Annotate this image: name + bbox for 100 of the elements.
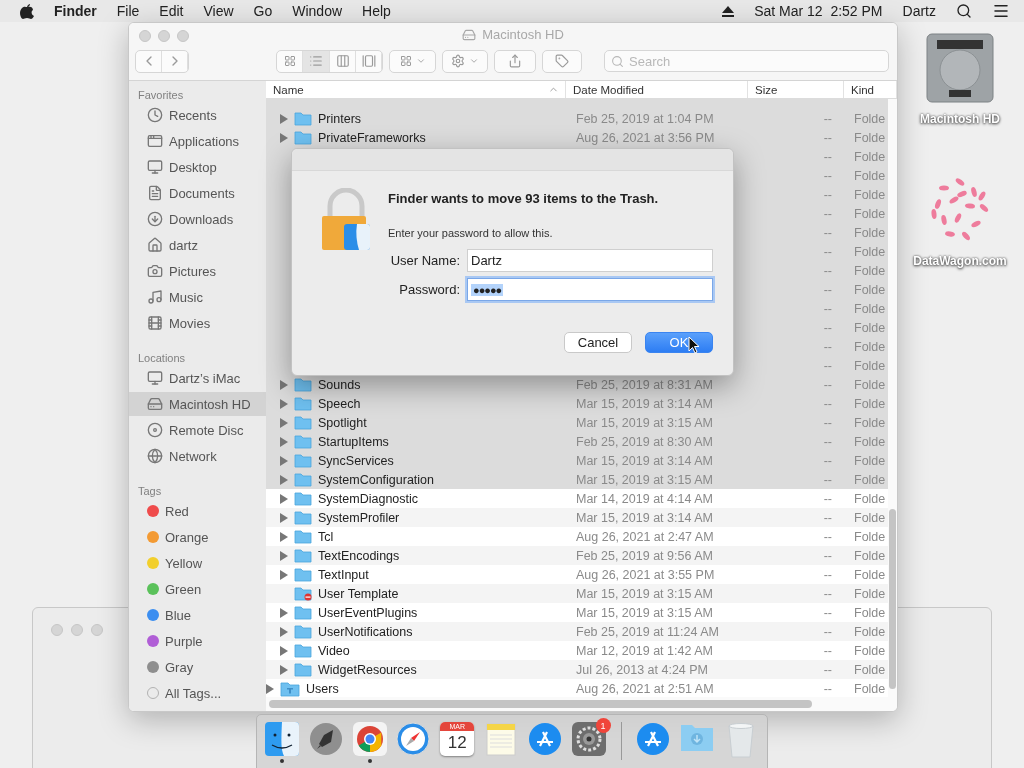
- menu-item[interactable]: View: [203, 3, 234, 19]
- column-header[interactable]: Name: [266, 81, 566, 98]
- file-row[interactable]: WidgetResources Jul 26, 2013 at 4:24 PM -- Folde: [266, 660, 888, 679]
- sidebar-item[interactable]: Green: [129, 577, 266, 601]
- file-name: TextEncodings: [318, 548, 400, 563]
- folder-icon: [294, 415, 312, 430]
- menu-item[interactable]: Edit: [159, 3, 184, 19]
- mouse-pointer-icon: [688, 336, 700, 354]
- sidebar-item[interactable]: Red: [129, 499, 266, 523]
- user-name[interactable]: Dartz: [902, 3, 936, 19]
- dock-item[interactable]: 1: [566, 718, 611, 768]
- tag-button[interactable]: [542, 49, 582, 73]
- password-field[interactable]: ●●●●●: [467, 278, 713, 301]
- file-row[interactable]: UserNotifications Feb 25, 2019 at 11:24 AM -- Folde: [266, 622, 888, 641]
- disclosure-triangle-icon[interactable]: [280, 455, 288, 466]
- menu-item[interactable]: Window: [292, 3, 343, 19]
- sidebar-item[interactable]: Applications: [129, 129, 266, 153]
- menu-item[interactable]: Finder: [54, 3, 97, 19]
- file-row[interactable]: PrivateFrameworks Aug 26, 2021 at 3:56 PM -- Folde: [266, 128, 888, 147]
- disclosure-triangle-icon[interactable]: [280, 645, 288, 656]
- sidebar-item[interactable]: Downloads: [129, 207, 266, 231]
- disc-icon: [147, 422, 163, 438]
- folder-icon: [294, 662, 312, 677]
- column-header[interactable]: Size: [748, 81, 844, 98]
- folder-icon: [294, 624, 312, 639]
- file-row[interactable]: StartupItems Feb 25, 2019 at 8:30 AM -- Folde: [266, 432, 888, 451]
- disclosure-triangle-icon[interactable]: [280, 379, 288, 390]
- file-row[interactable]: SyncServices Mar 15, 2019 at 3:14 AM -- Folde: [266, 451, 888, 470]
- sidebar-item[interactable]: Macintosh HD: [129, 392, 266, 416]
- menu-item[interactable]: Help: [362, 3, 391, 19]
- disclosure-triangle-icon[interactable]: [280, 664, 288, 675]
- kind-cell-text: Folde: [853, 624, 887, 639]
- disclosure-triangle-icon[interactable]: [280, 398, 288, 409]
- file-row[interactable]: User Template Mar 15, 2019 at 3:15 AM -- Folde: [266, 584, 888, 603]
- sidebar-item[interactable]: Purple: [129, 629, 266, 653]
- file-row[interactable]: Speech Mar 15, 2019 at 3:14 AM -- Folde: [266, 394, 888, 413]
- list-view-button[interactable]: [303, 50, 330, 72]
- clock-text[interactable]: Sat Mar 12 2:52 PM: [754, 3, 883, 19]
- file-name: Speech: [318, 396, 361, 411]
- menu-icon[interactable]: [992, 2, 1010, 20]
- cancel-button[interactable]: Cancel: [564, 332, 632, 353]
- sidebar-item[interactable]: Desktop: [129, 155, 266, 179]
- disclosure-triangle-icon[interactable]: [280, 417, 288, 428]
- sidebar-item[interactable]: Documents: [129, 181, 266, 205]
- file-row[interactable]: Printers Feb 25, 2019 at 1:04 PM -- Folde: [266, 109, 888, 128]
- file-row[interactable]: TextEncodings Feb 25, 2019 at 9:56 AM -- Folde: [266, 546, 888, 565]
- action-button[interactable]: [442, 49, 488, 73]
- size-cell-text: --: [822, 187, 833, 202]
- file-row[interactable]: SystemProfiler Mar 15, 2019 at 3:14 AM -- Folde: [266, 508, 888, 527]
- scrollbar-thumb[interactable]: [269, 700, 812, 708]
- eject-icon[interactable]: [722, 5, 735, 17]
- share-button[interactable]: [494, 49, 536, 73]
- disclosure-triangle-icon[interactable]: [280, 474, 288, 485]
- column-header[interactable]: Date Modified: [566, 81, 748, 98]
- sidebar-item[interactable]: Pictures: [129, 259, 266, 283]
- sidebar-item[interactable]: All Tags...: [129, 681, 266, 705]
- disclosure-triangle-icon[interactable]: [280, 436, 288, 447]
- sidebar-item[interactable]: Movies: [129, 311, 266, 335]
- menu-item[interactable]: File: [116, 3, 140, 19]
- sidebar-item[interactable]: dartz: [129, 233, 266, 257]
- sidebar-item[interactable]: Orange: [129, 525, 266, 549]
- desktop-icon-label[interactable]: Macintosh HD: [920, 112, 1000, 126]
- disclosure-triangle-icon[interactable]: [280, 493, 288, 504]
- disclosure-triangle-icon[interactable]: [266, 683, 274, 694]
- globe-icon: [147, 448, 163, 464]
- file-row[interactable]: SystemConfiguration Mar 15, 2019 at 3:15 AM -- Folde: [266, 470, 888, 489]
- sidebar-item[interactable]: Recents: [129, 103, 266, 127]
- size-cell-text: --: [822, 548, 833, 563]
- sidebar-item[interactable]: Blue: [129, 603, 266, 627]
- apple-icon[interactable]: [20, 3, 34, 19]
- file-row[interactable]: Users Aug 26, 2021 at 2:51 AM -- Folde: [266, 679, 888, 697]
- size-cell-text: --: [822, 396, 833, 411]
- disclosure-triangle-icon[interactable]: [280, 550, 288, 561]
- sidebar-item[interactable]: Remote Disc: [129, 418, 266, 442]
- file-row[interactable]: Sounds Feb 25, 2019 at 8:31 AM -- Folde: [266, 375, 888, 394]
- date-cell-text: Feb 25, 2019 at 8:31 AM: [575, 377, 714, 392]
- search-icon[interactable]: [956, 3, 972, 19]
- user-name-field[interactable]: Dartz: [467, 249, 713, 272]
- disclosure-triangle-icon[interactable]: [280, 531, 288, 542]
- disclosure-triangle-icon[interactable]: [280, 607, 288, 618]
- file-row[interactable]: Spotlight Mar 15, 2019 at 3:15 AM -- Folde: [266, 413, 888, 432]
- scrollbar-thumb[interactable]: [889, 509, 896, 689]
- sidebar-item[interactable]: Yellow: [129, 551, 266, 575]
- disclosure-triangle-icon[interactable]: [280, 132, 288, 143]
- sidebar-item-label: Red: [165, 503, 189, 519]
- sidebar-item[interactable]: Dartz’s iMac: [129, 366, 266, 390]
- sidebar-item[interactable]: Network: [129, 444, 266, 468]
- disclosure-triangle-icon[interactable]: [280, 569, 288, 580]
- disclosure-triangle-icon[interactable]: [280, 113, 288, 124]
- desktop-icon-label[interactable]: DataWagon.com: [913, 254, 1007, 268]
- date-cell-text: Jul 26, 2013 at 4:24 PM: [575, 662, 710, 677]
- sidebar-item[interactable]: Gray: [129, 655, 266, 679]
- group-button[interactable]: [389, 49, 436, 73]
- disclosure-triangle-icon[interactable]: [280, 512, 288, 523]
- column-header[interactable]: Kind: [844, 81, 897, 98]
- disclosure-triangle-icon[interactable]: [280, 626, 288, 637]
- sidebar-item[interactable]: Music: [129, 285, 266, 309]
- file-name: Tcl: [318, 529, 334, 544]
- app-store-icon: [636, 722, 671, 756]
- menu-item[interactable]: Go: [253, 3, 273, 19]
